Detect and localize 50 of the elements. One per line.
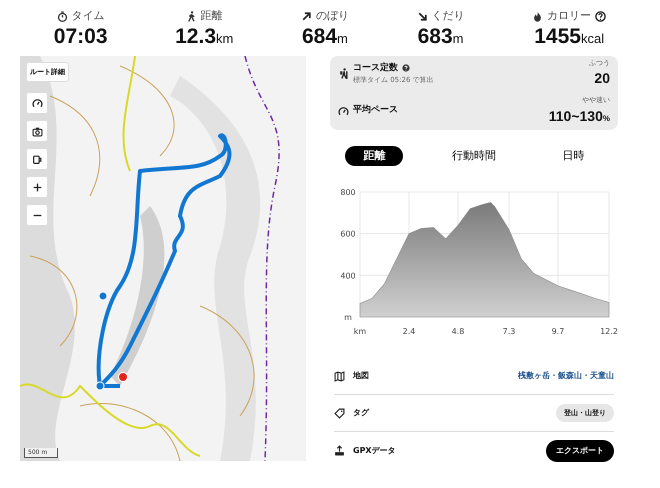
stopwatch-icon (56, 10, 68, 22)
hiker-icon (338, 68, 349, 80)
map-icon (334, 370, 345, 382)
summary-label: 平均ペース (353, 104, 398, 118)
chart-tab[interactable]: 日時 (544, 146, 603, 166)
map-control-button[interactable] (26, 176, 48, 198)
tag-icon (334, 408, 345, 419)
x-tick-label: 2.4 (402, 327, 416, 336)
y-tick-label: 400 (340, 271, 356, 280)
info-label: タグ (353, 407, 369, 420)
stat-value: 683m (418, 24, 464, 48)
x-tick-label: km (354, 327, 366, 336)
summary-value: 110~130% (548, 106, 610, 126)
info-label: GPXデータ (353, 444, 396, 457)
chart-tab[interactable]: 距離 (345, 146, 404, 166)
x-tick-label: 7.3 (502, 327, 516, 336)
flame-icon (532, 10, 544, 22)
stat-label: くだり (432, 8, 465, 24)
stat-label: 距離 (200, 8, 223, 24)
stat-value: 684m (302, 24, 348, 48)
chart-tab[interactable]: 行動時間 (434, 146, 514, 166)
gauge-icon (32, 98, 42, 109)
map-control-button[interactable] (26, 120, 48, 142)
y-tick-label: 600 (340, 230, 356, 239)
map-control-button[interactable] (26, 148, 48, 170)
stat-value: 12.3km (175, 24, 234, 48)
upload-icon (334, 445, 345, 456)
y-tick-label: 800 (340, 188, 356, 198)
map-link[interactable]: 桟敷ヶ岳・飯森山・天童山 (518, 370, 614, 382)
arrow-up-right-icon (300, 10, 312, 22)
x-tick-label: 4.8 (452, 327, 464, 336)
export-button[interactable]: エクスポート (546, 440, 614, 462)
camera-icon (32, 126, 42, 137)
y-tick-label: m (344, 313, 352, 322)
gauge-icon (338, 106, 349, 117)
arrow-down-right-icon (416, 10, 428, 22)
cup-icon (32, 154, 42, 165)
stat-label: のぼり (316, 8, 349, 24)
x-tick-label: 9.7 (552, 327, 564, 336)
stat-value: 1455kcal (534, 24, 604, 48)
map-control-button[interactable] (26, 92, 48, 114)
summary-value: 20 (593, 69, 610, 88)
stat-label: タイム (72, 8, 105, 24)
zoom-in-icon (32, 182, 42, 193)
stat-value: 07:03 (54, 24, 108, 48)
stat-label: カロリー (547, 8, 592, 24)
summary-label: コース定数 (353, 62, 398, 75)
walking-person-icon (186, 10, 197, 22)
info-label: 地図 (353, 370, 369, 382)
x-tick-label: 12.2 (600, 327, 618, 336)
